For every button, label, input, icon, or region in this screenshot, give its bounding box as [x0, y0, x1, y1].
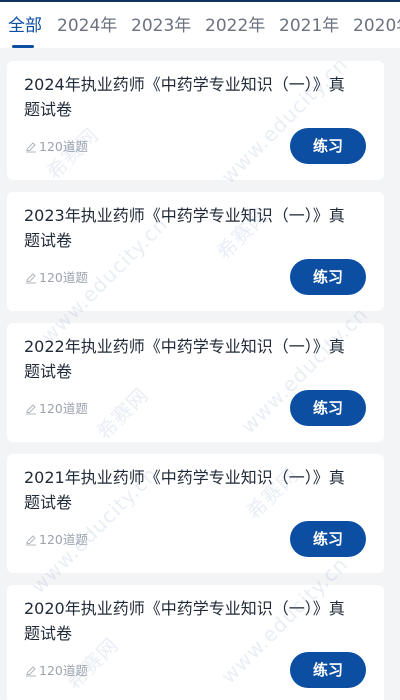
question-count: 120道题 [25, 138, 88, 156]
practice-button[interactable]: 练习 [290, 390, 366, 426]
exam-card[interactable]: 2021年执业药师《中药学专业知识（一）》真题试卷 120道题 练习 [7, 454, 384, 573]
question-count: 120道题 [25, 269, 88, 287]
question-count: 120道题 [25, 400, 88, 418]
question-count-label: 120道题 [39, 401, 88, 416]
pencil-icon [26, 404, 36, 415]
exam-title: 2022年执业药师《中药学专业知识（一）》真题试卷 [24, 337, 345, 381]
practice-button[interactable]: 练习 [290, 652, 366, 688]
year-tab-bar: 全部 2024年 2023年 2022年 2021年 2020年 [0, 2, 400, 48]
exam-title: 2023年执业药师《中药学专业知识（一）》真题试卷 [24, 206, 345, 250]
question-count-label: 120道题 [39, 139, 88, 154]
pencil-icon [26, 142, 36, 153]
exam-card[interactable]: 2024年执业药师《中药学专业知识（一）》真题试卷 120道题 练习 [7, 61, 384, 180]
question-count-label: 120道题 [39, 663, 88, 678]
pencil-icon [26, 535, 36, 546]
question-count: 120道题 [25, 531, 88, 549]
exam-card[interactable]: 2023年执业药师《中药学专业知识（一）》真题试卷 120道题 练习 [7, 192, 384, 311]
tab-2021[interactable]: 2021年 [279, 14, 339, 38]
tab-all[interactable]: 全部 [8, 14, 42, 38]
exam-card[interactable]: 2020年执业药师《中药学专业知识（一）》真题试卷 120道题 练习 [7, 585, 384, 700]
question-count-label: 120道题 [39, 270, 88, 285]
tab-2020[interactable]: 2020年 [353, 14, 400, 38]
exam-title: 2024年执业药师《中药学专业知识（一）》真题试卷 [24, 75, 345, 119]
practice-button[interactable]: 练习 [290, 128, 366, 164]
exam-title: 2021年执业药师《中药学专业知识（一）》真题试卷 [24, 468, 345, 512]
exam-title: 2020年执业药师《中药学专业知识（一）》真题试卷 [24, 599, 345, 643]
tab-2023[interactable]: 2023年 [131, 14, 191, 38]
exam-paper-list: 2024年执业药师《中药学专业知识（一）》真题试卷 120道题 练习 2023年… [0, 48, 400, 700]
question-count-label: 120道题 [39, 532, 88, 547]
question-count: 120道题 [25, 662, 88, 680]
practice-button[interactable]: 练习 [290, 259, 366, 295]
tab-2024[interactable]: 2024年 [57, 14, 117, 38]
tab-2022[interactable]: 2022年 [205, 14, 265, 38]
pencil-icon [26, 273, 36, 284]
exam-card[interactable]: 2022年执业药师《中药学专业知识（一）》真题试卷 120道题 练习 [7, 323, 384, 442]
pencil-icon [26, 666, 36, 677]
practice-button[interactable]: 练习 [290, 521, 366, 557]
